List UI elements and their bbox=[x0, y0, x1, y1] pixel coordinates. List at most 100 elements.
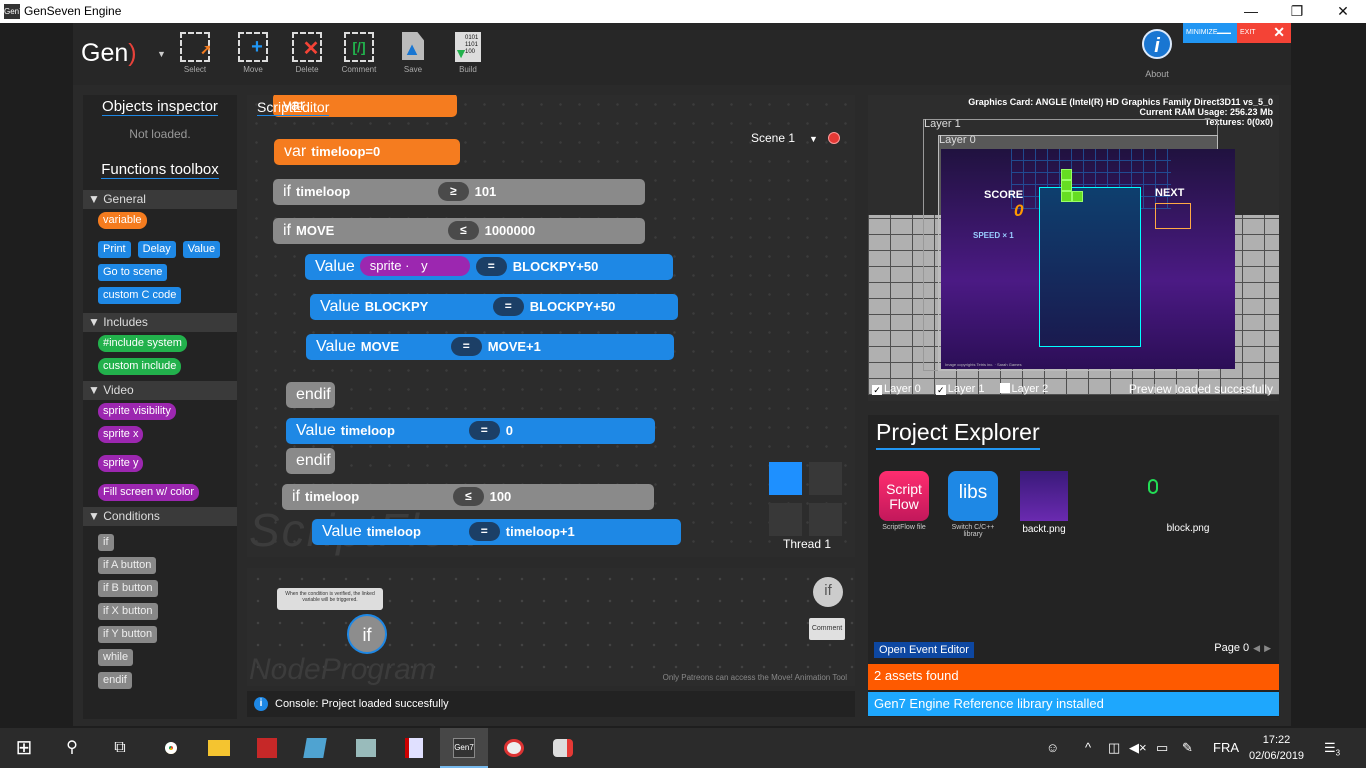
app-taskbar-button[interactable] bbox=[291, 728, 339, 768]
app-taskbar-button[interactable] bbox=[490, 728, 538, 768]
script-block-if-timeloop-2[interactable]: if timeloop ≤100 bbox=[282, 484, 654, 510]
asset-block-png[interactable]: block.png bbox=[1148, 471, 1218, 534]
explorer-taskbar-button[interactable] bbox=[195, 728, 243, 768]
language-indicator[interactable]: FRA bbox=[1213, 740, 1239, 755]
script-block-value-timeloop-inc[interactable]: Value timeloop = timeloop+1 bbox=[312, 519, 681, 545]
fn-print[interactable]: Print bbox=[98, 241, 131, 258]
prev-page-icon[interactable]: ◀ bbox=[1253, 643, 1260, 653]
asset-libs[interactable]: libs Switch C/C++ library bbox=[943, 471, 1003, 538]
thread-slot[interactable] bbox=[769, 503, 802, 536]
fn-include-system[interactable]: #include system bbox=[98, 335, 187, 352]
fn-sprite-y[interactable]: sprite y bbox=[98, 455, 144, 472]
fn-while[interactable]: while bbox=[98, 649, 134, 666]
save-label: Save bbox=[403, 65, 423, 74]
if-node[interactable]: if bbox=[347, 614, 387, 654]
open-event-editor-button[interactable]: Open Event Editor bbox=[874, 642, 974, 658]
includes-items: #include system custom include bbox=[83, 332, 237, 375]
app-taskbar-button[interactable] bbox=[390, 728, 438, 768]
fn-sprite-visibility[interactable]: sprite visibility bbox=[98, 403, 176, 420]
fn-custom-include[interactable]: custom include bbox=[98, 358, 182, 375]
node-program-panel[interactable]: NodeProgram When the condition is verifi… bbox=[247, 568, 855, 686]
fn-if-b-button[interactable]: if B button bbox=[98, 580, 158, 597]
windows-taskbar: ⊞ ⚲ ⧉ Gen7 ☺ ^ ◫ ◀× ▭ ✎ FRA 17:22 02/06/2… bbox=[0, 728, 1366, 768]
minimize-button[interactable]: MINIMIZE — bbox=[1183, 23, 1237, 43]
script-block-value-sprite-y[interactable]: Value sprite · y = BLOCKPY+50 bbox=[305, 254, 673, 280]
pen-icon[interactable]: ✎ bbox=[1182, 740, 1193, 756]
add-if-node-button[interactable]: if bbox=[813, 577, 843, 607]
fn-delay[interactable]: Delay bbox=[137, 241, 176, 258]
notifications-icon[interactable]: ☰3 bbox=[1324, 740, 1340, 758]
section-video[interactable]: ▼ Video bbox=[83, 381, 237, 400]
app-taskbar-button[interactable] bbox=[342, 728, 390, 768]
show-hidden-icons[interactable]: ^ bbox=[1085, 740, 1091, 755]
fn-if-a-button[interactable]: if A button bbox=[98, 557, 157, 574]
close-window-button[interactable]: ✕ bbox=[1320, 0, 1366, 23]
move-tool-button[interactable]: + Move bbox=[229, 27, 277, 83]
script-block-endif[interactable]: endif bbox=[286, 382, 335, 408]
select-tool-button[interactable]: ➚ Select bbox=[171, 27, 219, 83]
scene-dropdown-icon[interactable]: ▼ bbox=[809, 134, 818, 144]
script-block-if-move[interactable]: if MOVE ≤1000000 bbox=[273, 218, 645, 244]
logo-menu-caret-icon[interactable]: ▼ bbox=[157, 49, 166, 59]
build-button[interactable]: 0101 1101 100 ▼ Build bbox=[444, 27, 492, 83]
section-includes[interactable]: ▼ Includes bbox=[83, 313, 237, 332]
thread-slot[interactable] bbox=[809, 503, 842, 536]
start-button[interactable]: ⊞ bbox=[0, 728, 48, 768]
genseven-taskbar-button[interactable]: Gen7 bbox=[440, 728, 488, 768]
maximize-window-button[interactable]: ❐ bbox=[1274, 0, 1320, 23]
asset-scriptflow[interactable]: Script Flow ScriptFlow file bbox=[874, 471, 934, 531]
fn-fill-screen[interactable]: Fill screen w/ color bbox=[98, 484, 200, 501]
objects-inspector-title: Objects inspector bbox=[102, 98, 218, 116]
script-block-value-move[interactable]: Value MOVE = MOVE+1 bbox=[306, 334, 674, 360]
asset-backt-png[interactable]: backt.png bbox=[1014, 471, 1074, 535]
window-titlebar: Gen7 GenSeven Engine — ❐ ✕ bbox=[0, 0, 1366, 23]
volume-icon[interactable]: ◀× bbox=[1129, 740, 1147, 756]
taskbar-clock[interactable]: 17:22 02/06/2019 bbox=[1249, 732, 1304, 764]
task-view-button[interactable]: ⧉ bbox=[96, 728, 144, 768]
minimize-window-button[interactable]: — bbox=[1228, 0, 1274, 23]
game-speed: SPEED × 1 bbox=[973, 231, 1014, 240]
about-button[interactable]: i About bbox=[1133, 27, 1181, 79]
scene-selector[interactable]: Scene 1 ▼ bbox=[751, 131, 840, 145]
fn-if[interactable]: if bbox=[98, 534, 114, 551]
layer1-toggle[interactable]: ✓ Layer 1 bbox=[935, 383, 984, 395]
fn-if-x-button[interactable]: if X button bbox=[98, 603, 158, 620]
add-comment-button[interactable]: Comment bbox=[809, 618, 845, 640]
fn-if-y-button[interactable]: if Y button bbox=[98, 626, 158, 643]
script-block-endif-2[interactable]: endif bbox=[286, 448, 335, 474]
delete-tool-button[interactable]: ✕ Delete bbox=[283, 27, 331, 83]
thread-slot-active[interactable] bbox=[769, 462, 802, 495]
chrome-taskbar-button[interactable] bbox=[147, 728, 195, 768]
layer-checkboxes: ✓ Layer 0 ✓ Layer 1 Layer 2 bbox=[872, 383, 1060, 395]
script-editor[interactable]: ScriptEditor ScriptFlow Scene 1▼ var var… bbox=[247, 95, 855, 557]
script-block-if-timeloop[interactable]: if timeloop ≥101 bbox=[273, 179, 645, 205]
fn-endif[interactable]: endif bbox=[98, 672, 132, 689]
network-icon[interactable]: ◫ bbox=[1108, 740, 1120, 756]
image-viewer-icon bbox=[356, 738, 376, 757]
layer0-toggle[interactable]: ✓ Layer 0 bbox=[872, 383, 921, 395]
fn-value[interactable]: Value bbox=[182, 241, 221, 258]
fn-sprite-x[interactable]: sprite x bbox=[98, 426, 144, 443]
script-block-value-blockpy[interactable]: Value BLOCKPY = BLOCKPY+50 bbox=[310, 294, 678, 320]
asset-caption: ScriptFlow file bbox=[882, 524, 926, 531]
script-block-value-timeloop-reset[interactable]: Value timeloop = 0 bbox=[286, 418, 655, 444]
fn-go-to-scene[interactable]: Go to scene bbox=[98, 264, 168, 281]
section-conditions[interactable]: ▼ Conditions bbox=[83, 507, 237, 526]
app-taskbar-button[interactable] bbox=[539, 728, 587, 768]
comment-tool-button[interactable]: [/] Comment bbox=[335, 27, 383, 83]
section-general[interactable]: ▼ General bbox=[83, 190, 237, 209]
app-taskbar-button[interactable] bbox=[243, 728, 291, 768]
battery-icon[interactable]: ▭ bbox=[1156, 740, 1168, 756]
thread-slot[interactable] bbox=[809, 462, 842, 495]
fn-custom-c-code[interactable]: custom C code bbox=[98, 287, 182, 304]
tetromino-block bbox=[1061, 180, 1072, 191]
search-button[interactable]: ⚲ bbox=[48, 728, 96, 768]
next-page-icon[interactable]: ▶ bbox=[1264, 643, 1271, 653]
fn-variable[interactable]: variable bbox=[98, 212, 147, 229]
exit-button[interactable]: EXIT ✕ bbox=[1237, 23, 1291, 43]
script-block-var-timeloop[interactable]: var timeloop=0 bbox=[274, 139, 460, 165]
people-icon[interactable]: ☺ bbox=[1046, 740, 1059, 755]
layer2-toggle[interactable]: Layer 2 bbox=[999, 383, 1048, 395]
record-indicator-icon[interactable] bbox=[827, 132, 840, 144]
game-preview[interactable]: Graphics Card: ANGLE (Intel(R) HD Graphi… bbox=[868, 95, 1279, 401]
